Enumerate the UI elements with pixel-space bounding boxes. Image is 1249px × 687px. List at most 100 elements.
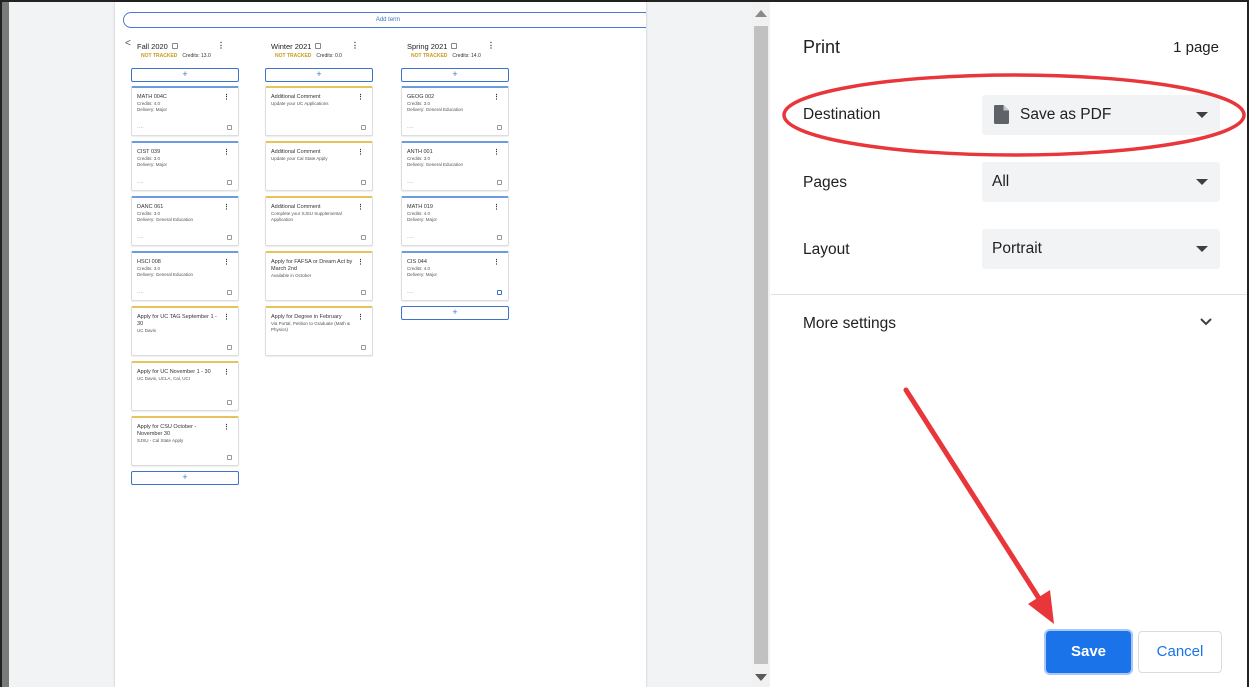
course-card: HSCI 008 Credits: 3.0 Delivery: General Ed…: [131, 251, 239, 301]
add-term-button: Add term: [123, 12, 646, 28]
note-icon: [361, 290, 366, 295]
status-badge: NOT TRACKED: [141, 53, 178, 59]
term-column: Spring 2021 ⋮ NOT TRACKED Credits: 14.0 + GEO…: [401, 38, 511, 324]
more-settings-toggle[interactable]: More settings: [803, 315, 896, 333]
comment-card: Additional Comment Complete your SJSU Sup…: [265, 196, 373, 246]
dropdown-caret-icon: [1196, 246, 1208, 252]
course-card: ANTH 001 Credits: 3.0 Delivery: General Ed…: [401, 141, 509, 191]
card-title: Additional Comment: [271, 149, 321, 155]
card-title: CIS 044: [407, 259, 427, 265]
kebab-menu-icon: ⋮: [223, 314, 230, 321]
pages-select[interactable]: All: [982, 162, 1220, 202]
kebab-menu-icon: ⋮: [357, 314, 364, 321]
note-icon: [227, 345, 232, 350]
kebab-menu-icon: ⋮: [487, 41, 495, 50]
card-detail: Delivery: General Education: [407, 107, 464, 112]
kebab-menu-icon: ⋮: [223, 94, 230, 101]
note-icon: [227, 180, 232, 185]
card-detail: Delivery: Major: [407, 217, 438, 222]
note-icon: [497, 290, 502, 295]
card-title: GEOG 002: [407, 94, 435, 100]
scroll-down-arrow-icon[interactable]: [755, 674, 767, 681]
kebab-menu-icon: ⋮: [357, 259, 364, 266]
ellipsis-icon: ....: [407, 234, 414, 240]
card-title: Additional Comment: [271, 204, 321, 210]
card-content: CIST 039 Credits: 3.0 Delivery: Major: [137, 149, 219, 168]
term-credits: Credits: 14.0: [452, 53, 481, 59]
page-count: 1 page: [1173, 39, 1219, 56]
term-subtitle: NOT TRACKED Credits: 13.0: [141, 53, 211, 59]
note-icon: [361, 125, 366, 130]
note-icon: [315, 43, 322, 49]
course-card: DANC 061 Credits: 3.0 Delivery: General Ed…: [131, 196, 239, 246]
card-title: MATH 019: [407, 204, 433, 210]
card-detail: Complete your SJSU Supplemental Applicat…: [271, 211, 342, 222]
comment-card: Apply for Degree in February Via Portal, …: [265, 306, 373, 356]
pages-value: All: [992, 173, 1010, 190]
scroll-up-arrow-icon[interactable]: [755, 10, 767, 17]
comment-card: Additional Comment Update your UC Applica…: [265, 86, 373, 136]
add-item-button: +: [131, 471, 239, 485]
card-content: Apply for FAFSA or Dream Act by March 2n…: [271, 259, 353, 279]
chevron-down-icon[interactable]: [1199, 317, 1213, 327]
card-detail: Update your Cal State Apply: [271, 156, 328, 161]
card-title: MATH 004C: [137, 94, 167, 100]
card-detail: UC Davis, UCLA, Cal, UCI: [137, 376, 191, 381]
add-item-button: +: [401, 306, 509, 320]
term-title-text: Winter 2021: [271, 42, 312, 51]
kebab-menu-icon: ⋮: [223, 204, 230, 211]
course-card: MATH 004C Credits: 4.0 Delivery: Major ⋮...…: [131, 86, 239, 136]
term-header: Spring 2021 ⋮ NOT TRACKED Credits: 14.0: [401, 38, 511, 68]
card-detail: SJSU - Cal State Apply: [137, 438, 184, 443]
card-detail: Delivery: Major: [137, 107, 168, 112]
add-item-button: +: [265, 68, 373, 82]
cancel-button[interactable]: Cancel: [1138, 631, 1222, 673]
course-card: CIS 044 Credits: 4.0 Delivery: Major ⋮....: [401, 251, 509, 301]
status-badge: NOT TRACKED: [411, 53, 448, 59]
course-card: MATH 019 Credits: 4.0 Delivery: Major ⋮....: [401, 196, 509, 246]
card-title: HSCI 008: [137, 259, 161, 265]
card-title: Apply for UC November 1 - 30: [137, 369, 211, 375]
preview-scrollbar[interactable]: [752, 2, 770, 687]
term-header: Winter 2021 ⋮ NOT TRACKED Credits: 0.0: [265, 38, 375, 68]
file-icon: [994, 105, 1009, 124]
term-subtitle: NOT TRACKED Credits: 0.0: [275, 53, 342, 59]
destination-value: Save as PDF: [1020, 106, 1112, 123]
card-title: Apply for CSU October - November 30: [137, 424, 197, 437]
card-content: HSCI 008 Credits: 3.0 Delivery: General Ed…: [137, 259, 219, 278]
save-button[interactable]: Save: [1046, 631, 1131, 673]
card-detail: Delivery: Major: [407, 272, 438, 277]
add-item-button: +: [401, 68, 509, 82]
kebab-menu-icon: ⋮: [493, 259, 500, 266]
course-card: GEOG 002 Credits: 3.0 Delivery: General Ed…: [401, 86, 509, 136]
layout-select[interactable]: Portrait: [982, 229, 1220, 269]
status-badge: NOT TRACKED: [275, 53, 312, 59]
comment-card: Apply for FAFSA or Dream Act by March 2n…: [265, 251, 373, 301]
ellipsis-icon: ....: [407, 179, 414, 185]
card-title: DANC 061: [137, 204, 164, 210]
comment-card: Additional Comment Update your Cal State …: [265, 141, 373, 191]
ellipsis-icon: ....: [407, 289, 414, 295]
card-content: MATH 004C Credits: 4.0 Delivery: Major: [137, 94, 219, 113]
dropdown-caret-icon: [1196, 179, 1208, 185]
note-icon: [361, 235, 366, 240]
kebab-menu-icon: ⋮: [223, 369, 230, 376]
term-title: Spring 2021: [407, 42, 458, 51]
note-icon: [227, 400, 232, 405]
card-title: Apply for FAFSA or Dream Act by March 2n…: [271, 259, 353, 272]
card-detail: Update your UC Applications: [271, 101, 329, 106]
print-preview[interactable]: Add term < Fall 2020 ⋮ NOT TRACKED Credits:…: [2, 2, 752, 687]
comment-card: Apply for UC TAG September 1 - 30 UC Davi…: [131, 306, 239, 356]
ellipsis-icon: ....: [137, 179, 144, 185]
note-icon: [497, 235, 502, 240]
term-title: Fall 2020: [137, 42, 178, 51]
destination-select[interactable]: Save as PDF: [982, 95, 1220, 135]
note-icon: [227, 290, 232, 295]
card-content: Apply for UC November 1 - 30 UC Davis, UC…: [137, 369, 219, 382]
note-icon: [227, 235, 232, 240]
kebab-menu-icon: ⋮: [351, 41, 359, 50]
kebab-menu-icon: ⋮: [357, 94, 364, 101]
panel-divider: [771, 294, 1247, 295]
scrollbar-thumb[interactable]: [754, 26, 768, 664]
term-subtitle: NOT TRACKED Credits: 14.0: [411, 53, 481, 59]
